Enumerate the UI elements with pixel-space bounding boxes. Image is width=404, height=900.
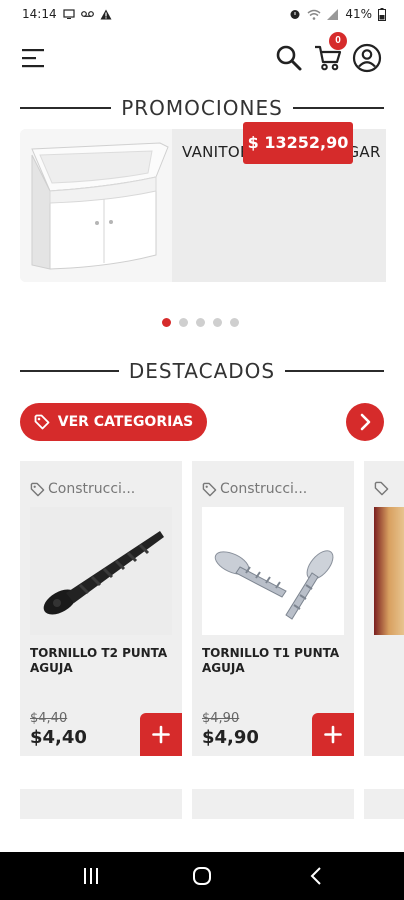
product-old-price: $4,90 — [202, 711, 240, 726]
product-category: Construcci... — [30, 481, 135, 497]
tag-icon — [202, 482, 217, 496]
product-image — [202, 507, 344, 635]
product-image-partial — [374, 507, 404, 635]
wifi-icon — [307, 9, 321, 20]
title-line-right — [292, 107, 385, 109]
screen-cast-icon — [62, 9, 75, 19]
product-old-price: $4,40 — [30, 711, 68, 726]
tag-icon — [374, 481, 389, 496]
view-categories-button[interactable]: VER CATEGORIAS — [20, 403, 207, 441]
search-icon — [276, 45, 302, 71]
voicemail-icon — [80, 11, 94, 17]
carousel-dots — [162, 318, 239, 327]
carousel-dot-3[interactable] — [196, 318, 205, 327]
search-button[interactable] — [275, 44, 303, 72]
system-nav-bar — [0, 852, 404, 900]
chevron-right-icon — [360, 413, 371, 431]
promotions-title-text: PROMOCIONES — [121, 96, 283, 120]
product-name: TORNILLO T2 PUNTA AGUJA — [30, 646, 168, 675]
menu-icon — [22, 49, 44, 68]
status-bar: 14:14 41% — [0, 0, 404, 30]
cart-count-badge: 0 — [329, 32, 347, 50]
tag-icon — [34, 414, 50, 430]
add-to-cart-button[interactable] — [312, 713, 354, 756]
product-price: $4,90 — [202, 727, 259, 748]
carousel-dot-1[interactable] — [162, 318, 171, 327]
featured-title-text: DESTACADOS — [128, 359, 276, 383]
product-image — [30, 507, 172, 635]
promo-product-image — [20, 129, 172, 282]
plus-icon — [324, 725, 342, 744]
product-card[interactable]: Construcci... TORNILLO T1 PUNTA AGUJA $4… — [192, 461, 354, 756]
warning-icon — [100, 9, 112, 19]
product-card-row2[interactable] — [364, 789, 404, 819]
title-line-left — [20, 370, 119, 372]
status-time: 14:14 — [22, 7, 57, 21]
status-right: 41% — [289, 7, 386, 21]
battery-text: 41% — [345, 7, 372, 21]
product-card-partial[interactable] — [364, 461, 404, 756]
tag-icon — [30, 482, 45, 496]
product-category-label: Construcci... — [220, 481, 308, 497]
featured-section-title: DESTACADOS — [20, 359, 384, 383]
view-categories-label: VER CATEGORIAS — [57, 414, 194, 430]
product-name: TORNILLO T1 PUNTA AGUJA — [202, 646, 340, 675]
featured-next-button[interactable] — [346, 403, 384, 441]
carousel-dot-2[interactable] — [179, 318, 188, 327]
add-to-cart-button[interactable] — [140, 713, 182, 756]
user-button[interactable] — [352, 43, 382, 73]
title-line-right — [285, 370, 384, 372]
product-card-row2[interactable] — [192, 789, 354, 819]
product-card[interactable]: Construcci... TORNILLO T2 PUNTA AGUJA $4… — [20, 461, 182, 756]
app-bar: 0 — [0, 32, 404, 78]
promotions-section-title: PROMOCIONES — [20, 96, 385, 120]
product-card-row2[interactable] — [20, 789, 182, 819]
menu-button[interactable] — [22, 48, 48, 68]
carousel-dot-4[interactable] — [213, 318, 222, 327]
alarm-icon — [290, 10, 300, 19]
title-line-left — [20, 107, 112, 109]
back-icon[interactable] — [307, 867, 327, 885]
plus-icon — [152, 725, 170, 744]
user-icon — [352, 43, 382, 73]
recent-apps-icon[interactable] — [81, 867, 101, 885]
product-price: $4,40 — [30, 727, 87, 748]
signal-icon — [327, 8, 339, 20]
status-left: 14:14 — [22, 7, 112, 21]
promo-price-badge: $ 13252,90 — [243, 122, 353, 164]
product-category: Construcci... — [202, 481, 307, 497]
battery-icon — [378, 7, 386, 21]
product-category-label: Construcci... — [48, 481, 136, 497]
home-icon[interactable] — [192, 867, 212, 885]
carousel-dot-5[interactable] — [230, 318, 239, 327]
